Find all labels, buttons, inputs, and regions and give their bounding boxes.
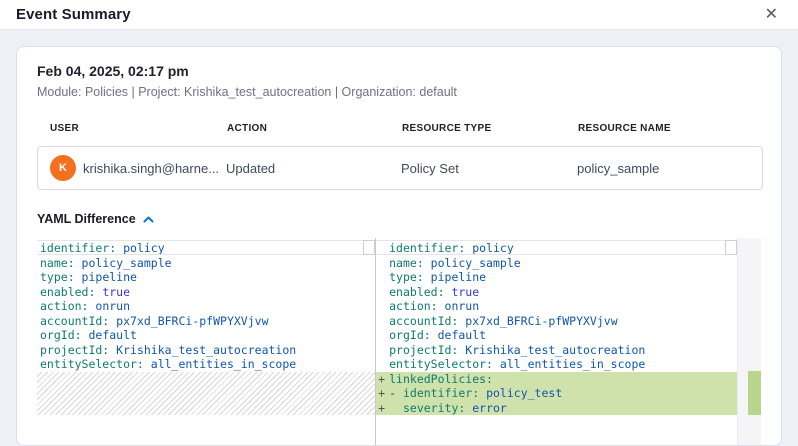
diff-gutter-sign: + <box>376 386 389 401</box>
column-header-resource-type: RESOURCE TYPE <box>402 123 578 134</box>
diff-gutter-sign <box>376 256 389 271</box>
diff-gutter-sign: + <box>376 401 389 416</box>
diff-gutter-sign: + <box>376 372 389 387</box>
added-lines-marker <box>748 371 761 415</box>
diff-gutter-sign <box>376 299 389 314</box>
diff-gutter-sign <box>376 270 389 285</box>
resource-type-cell: Policy Set <box>401 161 577 176</box>
table-row: K krishika.singh@harne... Updated Policy… <box>37 146 763 190</box>
diff-gutter-sign <box>376 241 389 256</box>
user-cell: K krishika.singh@harne... <box>38 155 226 181</box>
code-line: type: pipeline <box>37 270 375 285</box>
diff-gutter-sign <box>376 314 389 329</box>
code-line-added: +- identifier: policy_test <box>376 386 737 401</box>
yaml-difference-label: YAML Difference <box>37 212 136 226</box>
code-line: identifier: policy <box>37 241 375 256</box>
code-line: type: pipeline <box>376 270 737 285</box>
code-line: action: onrun <box>37 299 375 314</box>
diff-placeholder-hatch <box>37 372 375 416</box>
close-icon: ✕ <box>765 6 778 23</box>
code-line: enabled: true <box>376 285 737 300</box>
avatar: K <box>50 155 76 181</box>
page-title: Event Summary <box>16 6 131 23</box>
code-line: name: policy_sample <box>376 256 737 271</box>
diff-overview-ruler[interactable] <box>738 238 761 446</box>
code-line: projectId: Krishika_test_autocreation <box>376 343 737 358</box>
scrollbar-thumb-left[interactable] <box>363 240 375 255</box>
code-line-added: +linkedPolicies: <box>376 372 737 387</box>
code-line: action: onrun <box>376 299 737 314</box>
diff-pane-modified[interactable]: identifier: policyname: policy_sampletyp… <box>376 238 738 446</box>
event-meta: Module: Policies | Project: Krishika_tes… <box>37 85 761 99</box>
event-timestamp: Feb 04, 2025, 02:17 pm <box>37 63 761 79</box>
column-header-resource-name: RESOURCE NAME <box>578 123 763 134</box>
code-line: orgId: default <box>37 328 375 343</box>
diff-gutter-sign <box>376 285 389 300</box>
diff-gutter-sign <box>376 343 389 358</box>
code-line-added: + severity: error <box>376 401 737 416</box>
user-email: krishika.singh@harne... <box>83 161 219 176</box>
resource-name-cell: policy_sample <box>577 161 762 176</box>
diff-gutter-sign <box>376 357 389 372</box>
action-cell: Updated <box>226 161 401 176</box>
code-line: enabled: true <box>37 285 375 300</box>
audit-table: USER ACTION RESOURCE TYPE RESOURCE NAME … <box>37 123 763 190</box>
diff-gutter-sign <box>376 328 389 343</box>
audit-table-header: USER ACTION RESOURCE TYPE RESOURCE NAME <box>37 123 763 134</box>
code-line: orgId: default <box>376 328 737 343</box>
yaml-diff-viewer: identifier: policyname: policy_sampletyp… <box>37 238 761 446</box>
code-line: accountId: px7xd_BFRCi-pfWPYXVjvw <box>376 314 737 329</box>
column-header-user: USER <box>37 123 227 134</box>
yaml-difference-toggle[interactable]: YAML Difference <box>37 212 154 226</box>
diff-pane-original[interactable]: identifier: policyname: policy_sampletyp… <box>37 238 375 446</box>
modal-header: Event Summary ✕ <box>0 0 798 30</box>
code-line: accountId: px7xd_BFRCi-pfWPYXVjvw <box>37 314 375 329</box>
code-line: name: policy_sample <box>37 256 375 271</box>
close-button[interactable]: ✕ <box>761 5 782 25</box>
column-header-action: ACTION <box>227 123 402 134</box>
event-card: Feb 04, 2025, 02:17 pm Module: Policies … <box>16 46 782 446</box>
code-line: projectId: Krishika_test_autocreation <box>37 343 375 358</box>
code-line: entitySelector: all_entities_in_scope <box>37 357 375 372</box>
chevron-up-icon <box>143 216 154 223</box>
scrollbar-thumb-right[interactable] <box>725 240 737 255</box>
code-line: identifier: policy <box>376 241 737 256</box>
modal-body: Feb 04, 2025, 02:17 pm Module: Policies … <box>0 30 798 446</box>
code-line: entitySelector: all_entities_in_scope <box>376 357 737 372</box>
